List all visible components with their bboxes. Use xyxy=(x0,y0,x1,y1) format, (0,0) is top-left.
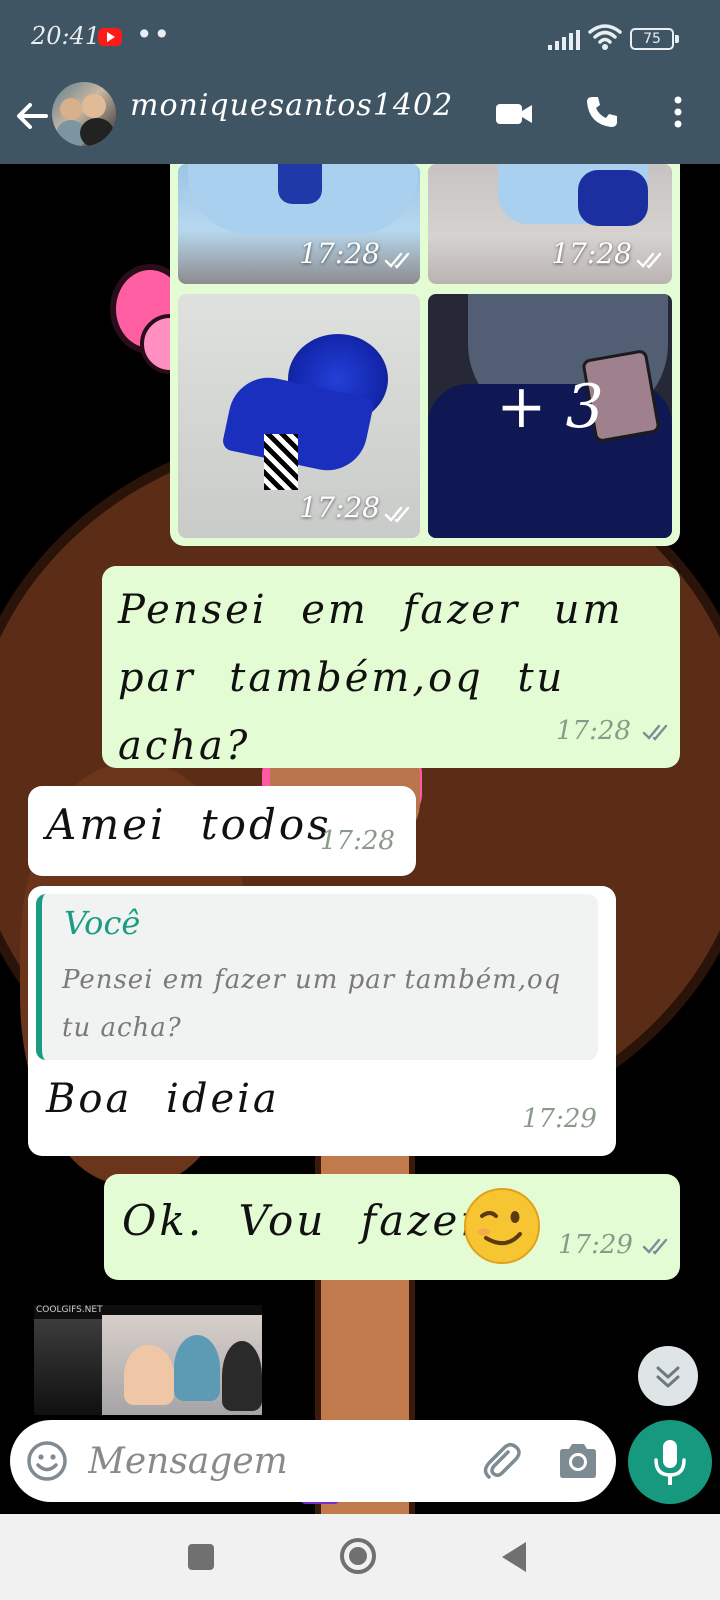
winking-smile-emoji xyxy=(464,1188,540,1264)
photo-time: 17:28 xyxy=(551,237,632,270)
wifi-icon xyxy=(588,24,622,50)
youtube-notification-icon xyxy=(98,28,122,46)
message-input[interactable] xyxy=(88,1420,468,1502)
message-text: Boa ideia xyxy=(46,1076,280,1122)
message-time: 17:28 xyxy=(320,826,395,856)
quoted-text: Pensei em fazer um par também,oq tu acha… xyxy=(62,965,562,1043)
quoted-message[interactable]: Você Pensei em fazer um par também,oq tu… xyxy=(36,894,598,1060)
video-call-icon[interactable] xyxy=(494,98,534,130)
scroll-to-bottom-button[interactable] xyxy=(638,1346,698,1406)
status-bar: 20:41 •• 75 xyxy=(0,0,720,78)
photo-more-thumbnail[interactable]: + 3 xyxy=(428,294,672,538)
back-arrow-icon[interactable] xyxy=(12,96,52,136)
gif-watermark: COOLGIFS.NET xyxy=(36,1305,103,1315)
system-navigation-bar xyxy=(0,1514,720,1600)
message-bubble-outgoing[interactable]: Pensei em fazer um par também,oq tu acha… xyxy=(102,566,680,769)
gif-message[interactable]: COOLGIFS.NET xyxy=(34,1305,262,1415)
message-time: 17:29 xyxy=(558,1230,633,1260)
message-time: 17:29 xyxy=(522,1104,597,1134)
photo-thumbnail[interactable]: 17:28 xyxy=(178,164,420,284)
microphone-icon xyxy=(654,1440,686,1485)
message-bubble-outgoing[interactable]: Ok. Vou fazer 17:29 xyxy=(104,1174,680,1280)
battery-level: 75 xyxy=(643,31,661,47)
emoji-icon[interactable] xyxy=(26,1440,68,1482)
photo-thumbnail[interactable]: 17:28 xyxy=(428,164,672,284)
more-photos-count: + 3 xyxy=(496,372,604,442)
status-time: 20:41 xyxy=(31,22,101,50)
recent-apps-icon[interactable] xyxy=(188,1544,214,1570)
camera-icon[interactable] xyxy=(556,1440,600,1482)
photo-thumbnail[interactable]: 17:28 xyxy=(178,294,420,538)
more-options-icon[interactable] xyxy=(660,94,696,130)
quoted-author: Você xyxy=(64,904,141,942)
voice-message-button[interactable] xyxy=(628,1420,712,1504)
chat-header: moniquesantos1402 xyxy=(0,78,720,164)
message-text: Ok. Vou fazer xyxy=(122,1196,484,1245)
back-icon[interactable] xyxy=(502,1542,526,1572)
read-ticks-icon xyxy=(642,724,668,741)
photo-time: 17:28 xyxy=(299,491,380,524)
message-bubble-incoming[interactable]: Amei todos 17:28 xyxy=(28,786,416,876)
photo-time: 17:28 xyxy=(299,237,380,270)
attach-icon[interactable] xyxy=(478,1438,524,1484)
double-chevron-down-icon xyxy=(656,1366,680,1388)
home-icon[interactable] xyxy=(340,1538,376,1574)
message-text: Pensei em fazer um par também,oq tu acha… xyxy=(118,587,624,769)
message-time: 17:28 xyxy=(556,716,631,746)
read-ticks-icon xyxy=(384,252,410,269)
voice-call-icon[interactable] xyxy=(584,94,620,130)
message-text: Amei todos xyxy=(46,800,332,849)
more-notifications-icon: •• xyxy=(136,18,172,51)
battery-icon: 75 xyxy=(630,28,679,50)
contact-avatar[interactable] xyxy=(52,82,116,146)
read-ticks-icon xyxy=(642,1238,668,1255)
message-bubble-incoming-reply[interactable]: Você Pensei em fazer um par também,oq tu… xyxy=(28,886,616,1156)
read-ticks-icon xyxy=(384,506,410,523)
signal-icon xyxy=(548,30,580,50)
read-ticks-icon xyxy=(636,252,662,269)
contact-name[interactable]: moniquesantos1402 xyxy=(130,88,453,123)
photo-album: 17:28 17:28 17:28 + 3 xyxy=(170,164,680,546)
message-composer xyxy=(10,1420,616,1502)
